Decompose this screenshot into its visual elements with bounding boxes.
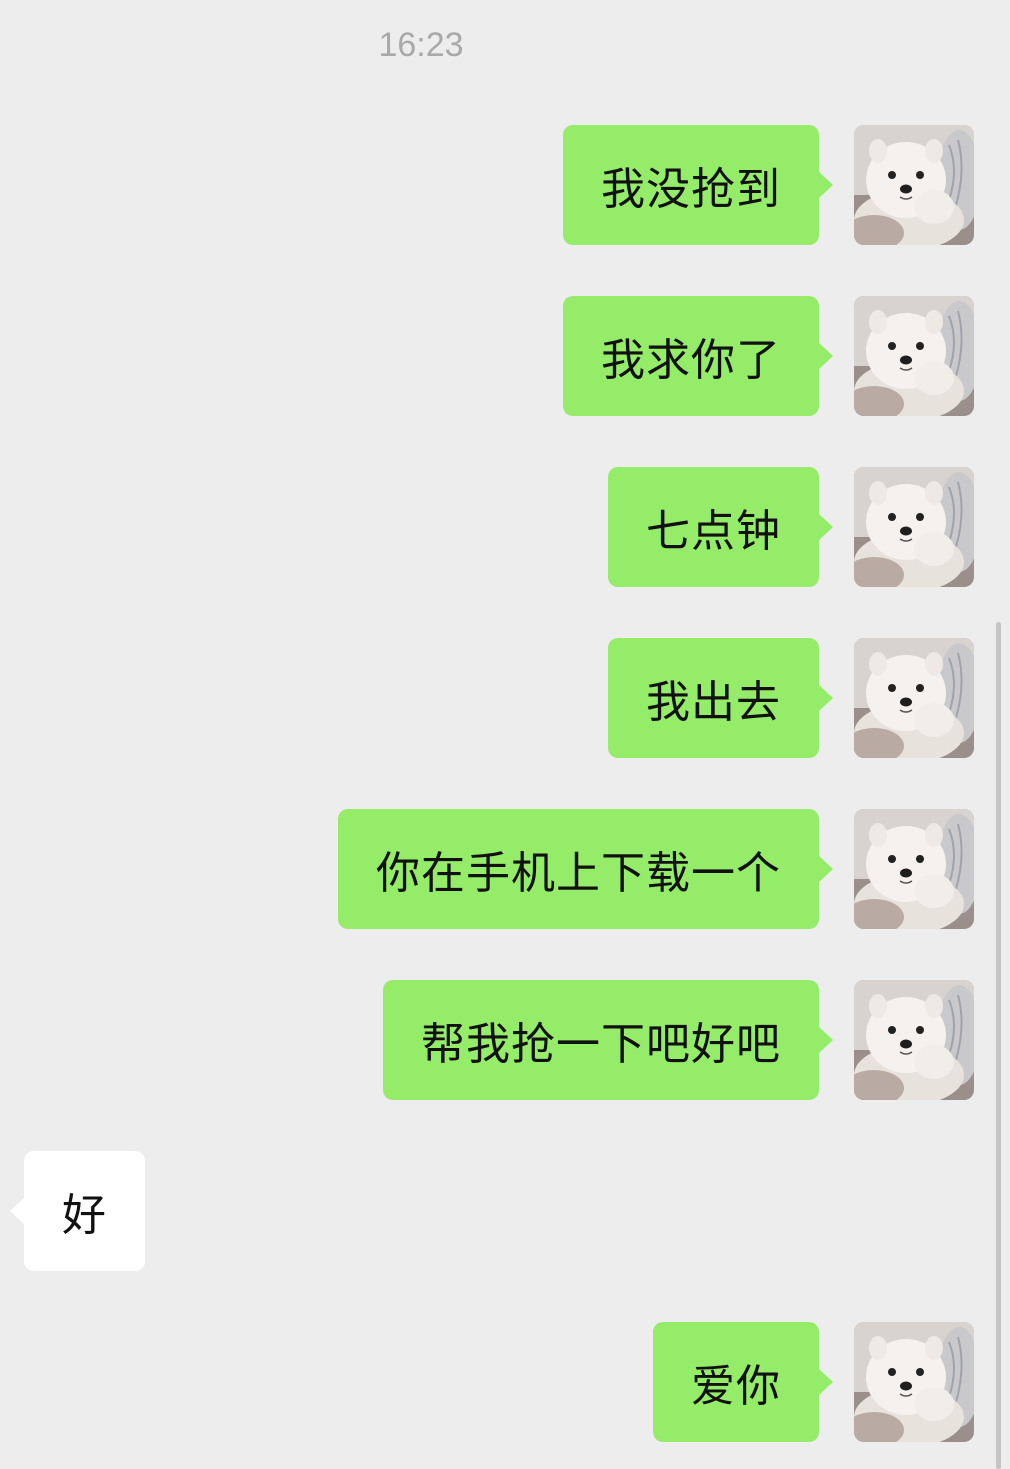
outgoing-message-bubble[interactable]: 我出去 (608, 638, 833, 758)
samoyed-avatar-icon[interactable] (854, 638, 974, 758)
samoyed-avatar-icon[interactable] (854, 1322, 974, 1442)
chat-timestamp: 16:23 (378, 26, 464, 64)
samoyed-avatar-icon[interactable] (854, 296, 974, 416)
outgoing-message-bubble[interactable]: 你在手机上下载一个 (338, 809, 833, 929)
outgoing-message-bubble[interactable]: 爱你 (653, 1322, 833, 1442)
samoyed-avatar-icon[interactable] (854, 467, 974, 587)
message-row: 我求你了 (0, 296, 1010, 416)
outgoing-message-bubble[interactable]: 我求你了 (563, 296, 833, 416)
message-row: 帮我抢一下吧好吧 (0, 980, 1010, 1100)
message-row: 好 (0, 1151, 1010, 1271)
message-row: 我出去 (0, 638, 1010, 758)
samoyed-avatar-icon[interactable] (854, 125, 974, 245)
message-row: 七点钟 (0, 467, 1010, 587)
incoming-message-bubble[interactable]: 好 (10, 1151, 145, 1271)
message-row: 爱你 (0, 1322, 1010, 1442)
samoyed-avatar-icon[interactable] (854, 809, 974, 929)
outgoing-message-bubble[interactable]: 帮我抢一下吧好吧 (383, 980, 833, 1100)
chat-scrollbar[interactable] (996, 622, 1001, 1469)
outgoing-message-bubble[interactable]: 七点钟 (608, 467, 833, 587)
outgoing-message-bubble[interactable]: 我没抢到 (563, 125, 833, 245)
samoyed-avatar-icon[interactable] (854, 980, 974, 1100)
message-row: 我没抢到 (0, 125, 1010, 245)
message-row: 你在手机上下载一个 (0, 809, 1010, 929)
